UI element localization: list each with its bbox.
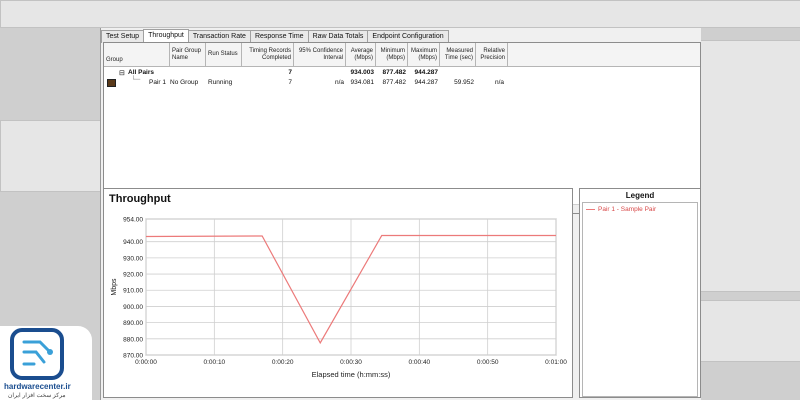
col-header-average[interactable]: Average (Mbps) (346, 43, 376, 67)
logo-name: hardwarecenter.ir (4, 382, 71, 391)
col-header-minimum[interactable]: Minimum (Mbps) (376, 43, 408, 67)
pair-status-icon (107, 79, 116, 87)
y-tick-label: 940.00 (123, 239, 143, 246)
col-header-filler (508, 43, 700, 67)
pair-maximum: 944.287 (414, 79, 439, 86)
watermark-logo: hardwarecenter.ir مرکز سخت افزار ایران (0, 326, 92, 400)
logo-subtitle: مرکز سخت افزار ایران (8, 393, 66, 399)
tab-bar: Test Setup Throughput Transaction Rate Resp… (101, 29, 449, 43)
y-tick-label: 900.00 (123, 304, 143, 311)
col-header-maximum[interactable]: Maximum (Mbps) (408, 43, 440, 67)
summary-minimum: 877.482 (382, 69, 407, 76)
background-titlebar (0, 0, 800, 28)
col-header-confidence[interactable]: 95% Confidence Interval (294, 43, 346, 67)
pair-group: No Group (170, 79, 199, 86)
col-header-pair-group-name[interactable]: Pair Group Name (170, 43, 206, 67)
summary-average: 934.003 (350, 69, 375, 76)
pair-confidence: n/a (334, 79, 344, 86)
x-axis-label: Elapsed time (h:mm:ss) (312, 370, 391, 379)
pair-minimum: 877.482 (382, 79, 407, 86)
col-header-timing-records[interactable]: Timing Records Completed (242, 43, 294, 67)
x-tick-label: 0:00:40 (408, 359, 430, 366)
y-tick-label: 930.00 (123, 255, 143, 262)
background-panel-right (700, 40, 800, 292)
y-tick-label: 954.00 (123, 217, 143, 224)
background-panel-right-lower (700, 300, 800, 362)
pair-run-status: Running (208, 79, 233, 86)
summary-maximum: 944.287 (414, 69, 439, 76)
summary-name[interactable]: All Pairs (128, 69, 154, 76)
tree-connector: └─ (131, 76, 141, 83)
col-header-measured-time[interactable]: Measured Time (sec) (440, 43, 476, 67)
pair-average: 934.081 (350, 79, 375, 86)
pair-name[interactable]: Pair 1 (149, 79, 166, 86)
tab-throughput[interactable]: Throughput (143, 29, 189, 43)
x-tick-label: 0:01:00 (545, 359, 567, 366)
legend-pane: Legend Pair 1 - Sample Pair (579, 188, 701, 398)
legend-item-pair-1[interactable]: Pair 1 - Sample Pair (586, 206, 656, 213)
x-tick-label: 0:00:20 (272, 359, 294, 366)
pair-relative-precision: n/a (494, 79, 504, 86)
y-tick-label: 890.00 (123, 320, 143, 327)
pair-measured-time: 59.952 (454, 79, 474, 86)
throughput-chart-pane: Throughput 870.00 880.00 890.00 900.00 910.0… (103, 188, 573, 398)
group-toggle[interactable]: ⊟ (119, 69, 125, 77)
legend-label: Pair 1 - Sample Pair (598, 206, 657, 213)
x-tick-label: 0:00:00 (135, 359, 157, 366)
legend-title: Legend (625, 191, 655, 200)
background-panel-left (0, 120, 102, 192)
x-tick-label: 0:00:30 (340, 359, 362, 366)
chart-title: Throughput (109, 193, 171, 205)
col-header-run-status[interactable]: Run Status (206, 43, 242, 67)
app-window: Test Setup Throughput Transaction Rate Resp… (100, 28, 701, 400)
x-tick-label: 0:00:50 (477, 359, 499, 366)
legend-swatch (586, 209, 595, 210)
chip-logo-icon (10, 328, 64, 380)
y-tick-label: 880.00 (123, 336, 143, 343)
col-header-group[interactable]: Group (104, 43, 170, 67)
y-tick-label: 910.00 (123, 288, 143, 295)
y-axis-label: Mbps (111, 278, 118, 296)
x-tick-label: 0:00:10 (203, 359, 225, 366)
throughput-chart: 870.00880.00890.00900.00910.00920.00930.… (111, 217, 567, 380)
legend-box: Pair 1 - Sample Pair (582, 202, 698, 397)
col-header-relative-precision[interactable]: Relative Precision (476, 43, 508, 67)
y-tick-label: 920.00 (123, 272, 143, 279)
summary-timing-records: 7 (288, 69, 292, 76)
pair-timing-records: 7 (288, 79, 292, 86)
